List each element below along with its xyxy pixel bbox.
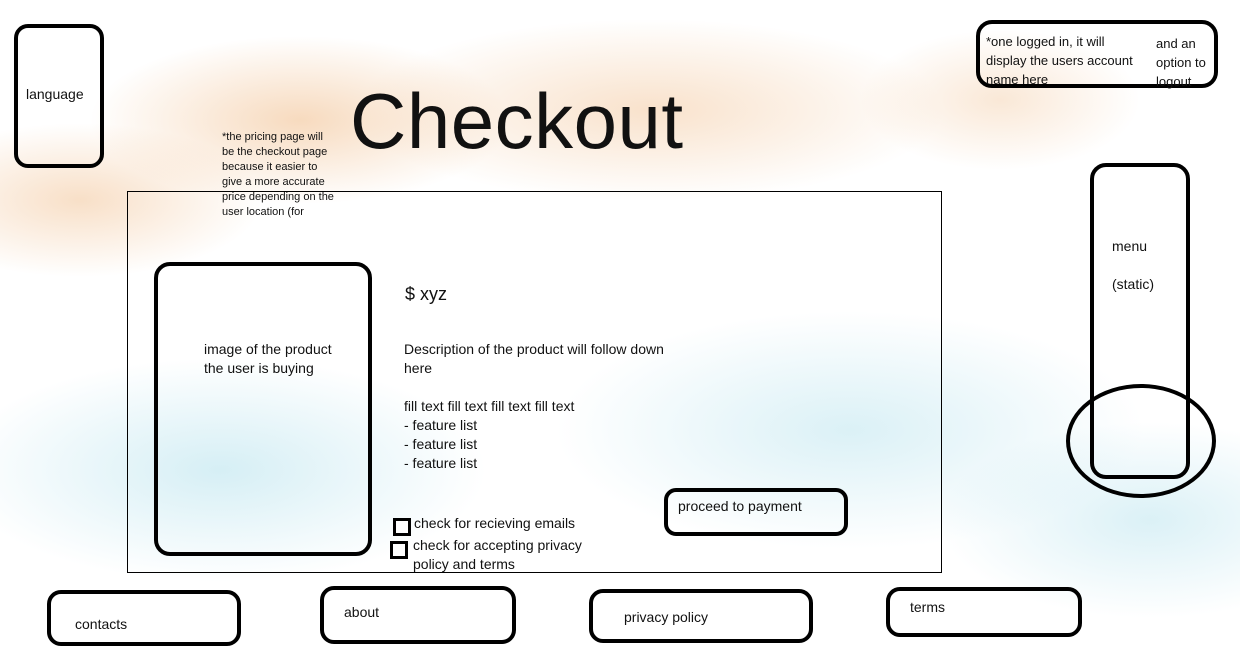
menu-label: menu: [1112, 238, 1148, 254]
footer-terms-button[interactable]: terms: [886, 587, 1082, 637]
terms-checkbox-label: check for accepting privacy policy and t…: [413, 537, 582, 572]
page-title: Checkout: [350, 77, 684, 165]
footer-contacts-label: contacts: [75, 616, 128, 632]
product-image-label: image of the product the user is buying: [204, 341, 332, 376]
language-label: language: [26, 86, 84, 102]
footer-about-button[interactable]: about: [320, 586, 516, 644]
logout-option-note[interactable]: and an option to logout: [1156, 34, 1220, 91]
account-area[interactable]: *one logged in, it will display the user…: [976, 20, 1220, 91]
footer-terms-label: terms: [910, 599, 945, 615]
language-selector[interactable]: language: [14, 24, 104, 168]
footer-privacy-policy-label: privacy policy: [624, 609, 709, 625]
product-description: Description of the product will follow d…: [404, 341, 664, 471]
proceed-to-payment-button[interactable]: proceed to payment: [664, 488, 848, 536]
product-price: $ xyz: [405, 284, 448, 304]
menu-highlight-circle: [1066, 384, 1216, 498]
footer-about-label: about: [344, 604, 380, 620]
emails-checkbox-label: check for recieving emails: [414, 515, 576, 531]
product-image-placeholder: image of the product the user is buying: [154, 262, 372, 556]
footer-privacy-policy-button[interactable]: privacy policy: [589, 589, 813, 643]
proceed-to-payment-label: proceed to payment: [678, 498, 802, 514]
emails-checkbox[interactable]: [393, 518, 411, 536]
footer-contacts-button[interactable]: contacts: [47, 590, 241, 646]
terms-checkbox[interactable]: [390, 541, 408, 559]
account-name-note: *one logged in, it will display the user…: [986, 34, 1133, 87]
menu-static-note: (static): [1112, 276, 1154, 292]
